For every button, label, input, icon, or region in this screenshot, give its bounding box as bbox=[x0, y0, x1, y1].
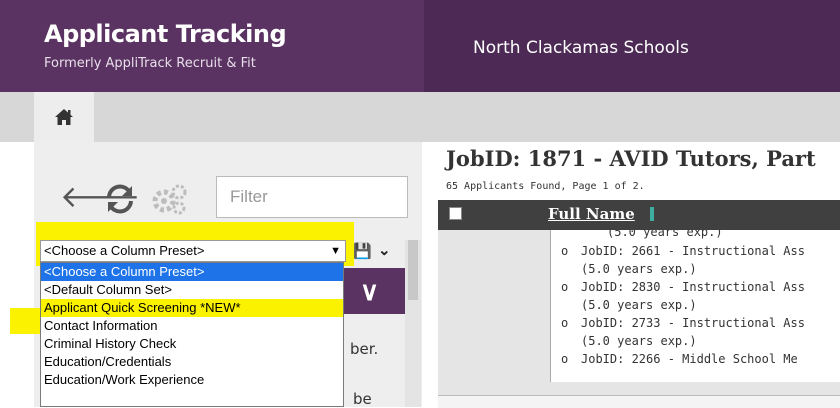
preset-option[interactable]: Education/Work Experience bbox=[41, 371, 343, 389]
bullet-icon: o bbox=[561, 244, 569, 258]
job-exp: (5.0 years exp.) bbox=[581, 262, 697, 276]
sort-indicator-icon[interactable] bbox=[650, 207, 654, 221]
preset-option[interactable]: Applicant Quick Screening *NEW* bbox=[41, 299, 343, 317]
job-line: JobID: 2830 - Instructional Ass bbox=[581, 280, 805, 294]
column-preset-dropdown[interactable]: <Choose a Column Preset> <Default Column… bbox=[40, 262, 344, 407]
job-exp: (5.0 years exp.) bbox=[581, 298, 697, 312]
preset-option[interactable]: Criminal History Check bbox=[41, 335, 343, 353]
job-exp: (5.0 years exp.) bbox=[581, 334, 697, 348]
bullet-icon: o bbox=[561, 316, 569, 330]
preset-option[interactable]: <Choose a Column Preset> bbox=[41, 263, 343, 281]
chevron-down-icon[interactable]: ∨ bbox=[360, 276, 379, 307]
scrollbar-thumb[interactable] bbox=[408, 240, 418, 300]
dropdown-arrow-icon: ▼ bbox=[330, 245, 341, 257]
preset-option[interactable]: Contact Information bbox=[41, 317, 343, 335]
job-line: JobID: 2266 - Middle School Me bbox=[581, 352, 798, 366]
save-icon[interactable]: 💾 bbox=[353, 242, 372, 260]
home-button[interactable] bbox=[34, 92, 94, 142]
grid-header bbox=[438, 200, 840, 230]
filter-input[interactable] bbox=[216, 176, 408, 218]
chevron-down-icon[interactable]: ⌄ bbox=[378, 241, 391, 259]
panel-text-fragment: be bbox=[353, 390, 372, 408]
results-count: 65 Applicants Found, Page 1 of 2. bbox=[446, 181, 645, 192]
column-header-full-name[interactable]: Full Name bbox=[548, 205, 635, 223]
page-title: JobID: 1871 - AVID Tutors, Part bbox=[446, 146, 816, 171]
home-icon bbox=[55, 109, 73, 125]
refresh-icon[interactable] bbox=[103, 184, 137, 214]
bullet-icon: o bbox=[561, 280, 569, 294]
job-exp: (5.0 years exp.) bbox=[607, 230, 723, 239]
app-subtitle: Formerly AppliTrack Recruit & Fit bbox=[44, 56, 256, 71]
app-title: Applicant Tracking bbox=[44, 20, 287, 48]
bullet-icon: o bbox=[561, 352, 569, 366]
panel-text-fragment: ber. bbox=[350, 340, 379, 358]
preset-option[interactable]: Education/Credentials bbox=[41, 353, 343, 371]
grid-footer bbox=[438, 395, 840, 408]
org-name: North Clackamas Schools bbox=[473, 38, 689, 58]
applicant-jobs-cell: (5.0 years exp.) o JobID: 2661 - Instruc… bbox=[550, 230, 840, 382]
column-preset-select[interactable]: <Choose a Column Preset> ▼ bbox=[40, 240, 346, 262]
preset-selected-value: <Choose a Column Preset> bbox=[44, 243, 205, 258]
nav-bar bbox=[0, 92, 840, 142]
select-all-checkbox[interactable] bbox=[449, 207, 462, 220]
gears-icon[interactable] bbox=[152, 183, 188, 215]
job-line: JobID: 2733 - Instructional Ass bbox=[581, 316, 805, 330]
job-line: JobID: 2661 - Instructional Ass bbox=[581, 244, 805, 258]
preset-option[interactable]: <Default Column Set> bbox=[41, 281, 343, 299]
